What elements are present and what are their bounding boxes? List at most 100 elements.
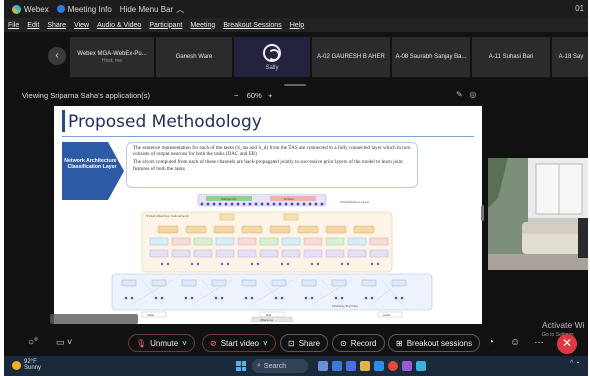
system-tray[interactable]: ^ ◔ [570, 360, 579, 367]
start-video-button[interactable]: ⊘ Start video ˅ [202, 334, 276, 352]
chevron-down-icon: ˅ [262, 338, 268, 348]
participant-tile[interactable]: A-18 Say [552, 37, 588, 77]
emoji-icon[interactable]: ☺ [510, 337, 520, 348]
svg-text:Audio: Audio [383, 313, 391, 317]
participant-video[interactable] [488, 158, 588, 270]
menu-participant[interactable]: Participant [149, 22, 182, 29]
meeting-info-button[interactable]: Meeting Info [56, 4, 112, 14]
menu-breakout-sessions[interactable]: Breakout Sessions [223, 22, 281, 29]
chrome-icon[interactable] [388, 361, 398, 371]
menu-meeting[interactable]: Meeting [190, 22, 215, 29]
menu-file[interactable]: File [8, 22, 19, 29]
record-label: Record [350, 338, 377, 348]
start-video-label: Start video [220, 338, 259, 348]
svg-text:Classification Layer: Classification Layer [340, 200, 370, 204]
windows-taskbar: 92°F Sunny ⌕ Search ^ ◔ [4, 356, 588, 376]
participant-tile[interactable]: A-02 GAURESH B AHER [312, 37, 390, 77]
participant-tile[interactable]: Ganesh Ware [156, 37, 232, 77]
bullet-item: The errors computed from each of these c… [133, 159, 403, 172]
windows-start-icon[interactable] [236, 361, 246, 371]
sun-icon [12, 360, 21, 370]
taskbar-app-icon[interactable] [332, 361, 342, 371]
chevron-left-icon[interactable]: ‹ [48, 47, 66, 65]
participant-tile[interactable]: A-08 Saurabh Sanjay Ba... [392, 37, 470, 77]
share-button[interactable]: ⊡ Share [280, 334, 329, 352]
edge-icon[interactable] [374, 361, 384, 371]
view-options: ✎ ◎ [456, 90, 476, 99]
obs-camera-icon [263, 43, 281, 62]
svg-text:Triplet Attention Subnetwork: Triplet Attention Subnetwork [145, 214, 189, 218]
hide-menu-bar-button[interactable]: Hide Menu Bar ︿ [120, 4, 184, 15]
search-icon: ⌕ [257, 362, 261, 369]
taskbar-app-icon[interactable] [318, 361, 328, 371]
participant-strip: ‹ Webex MGA-WebEx-Pu... Host, me Ganesh … [4, 32, 588, 82]
annotate-icon[interactable]: ✎ [456, 90, 463, 99]
app-name: Webex [24, 4, 49, 14]
menu-edit[interactable]: Edit [27, 22, 39, 29]
title-accent [62, 110, 65, 132]
bullet-box: The sentence representation for each of … [126, 142, 418, 188]
participant-name: Ganesh Ware [175, 54, 213, 60]
breakout-sessions-button[interactable]: ⊞ Breakout sessions [388, 334, 481, 352]
meeting-info-label: Meeting Info [67, 4, 112, 14]
chat-icon[interactable]: ▭ ˅ [56, 337, 72, 348]
svg-text:Modality Encoder: Modality Encoder [332, 304, 359, 308]
menu-share[interactable]: Share [47, 22, 66, 29]
viewing-label: Viewing Sriparna Saha's application(s) [22, 91, 151, 100]
architecture-diagram: Dialogue Act Emotion Classification Laye… [111, 194, 433, 322]
participant-tile[interactable]: A-11 Suhasi Bari [472, 37, 550, 77]
activation-watermark: Activate Wi [542, 320, 585, 330]
zoom-in-button[interactable]: + [268, 91, 272, 100]
file-explorer-icon[interactable] [360, 361, 370, 371]
svg-text:Dialogue Act: Dialogue Act [221, 198, 236, 201]
hide-menu-label: Hide Menu Bar [119, 4, 174, 14]
search-label: Search [263, 362, 287, 370]
participant-role: Host, me [101, 57, 122, 64]
reactions-icon[interactable]: ◔ [488, 337, 494, 348]
svg-text:Emotion: Emotion [284, 198, 294, 201]
menu-help[interactable]: Help [290, 22, 304, 29]
menu-bar: File Edit Share View Audio & Video Parti… [4, 18, 588, 32]
menu-view[interactable]: View [74, 22, 89, 29]
weather-widget[interactable]: 92°F Sunny [12, 359, 41, 371]
video-frame [488, 158, 588, 270]
title-bar: Webex Meeting Info Hide Menu Bar ︿ 01 [4, 0, 588, 18]
slide-title: Proposed Methodology [68, 112, 262, 132]
slide-nav-toolbar[interactable] [50, 314, 138, 324]
svg-text:Video: Video [147, 313, 155, 317]
participant-tile[interactable]: Webex MGA-WebEx-Pu... Host, me [70, 37, 154, 77]
close-icon[interactable]: ✕ [557, 334, 577, 354]
svg-text:Text: Text [266, 313, 271, 317]
breakout-icon: ⊞ [396, 338, 403, 348]
camera-off-icon: ⊘ [210, 338, 217, 348]
participant-tile-self[interactable]: Sally [234, 37, 310, 77]
zoom-out-button[interactable]: − [234, 91, 238, 100]
participant-name: A-02 GAURESH B AHER [317, 54, 385, 60]
settings-icon[interactable]: ◎ [469, 90, 476, 99]
bullet-item: The sentence representation for each of … [133, 145, 411, 158]
webex-logo-icon [12, 4, 21, 14]
unmute-button[interactable]: 🎙︎ Unmute ˅ [128, 334, 195, 352]
meeting-controls: ○° ▭ ˅ 🎙︎ Unmute ˅ ⊘ Start video ˅ ⊡ Sha… [4, 334, 588, 354]
share-viewing-bar: Viewing Sriparna Saha's application(s) −… [4, 88, 588, 102]
chevron-up-icon: ︿ [176, 4, 185, 14]
layout-icon[interactable]: ○° [28, 337, 38, 348]
zoom-control: − 60% + [234, 91, 272, 100]
title-divider [62, 136, 474, 137]
weather-condition: Sunny [24, 365, 42, 371]
share-icon: ⊡ [288, 338, 295, 348]
taskbar-app-icon[interactable] [346, 361, 356, 371]
strip-drag-handle[interactable] [284, 84, 306, 86]
webex-taskbar-icon[interactable] [416, 361, 426, 371]
more-options-button[interactable]: … [534, 335, 544, 346]
panel-resize-handle[interactable] [481, 205, 484, 221]
menu-audio-video[interactable]: Audio & Video [97, 22, 141, 29]
participant-name: A-18 Say [558, 54, 584, 60]
mic-muted-icon: 🎙︎ [136, 338, 147, 348]
webex-window: Webex Meeting Info Hide Menu Bar ︿ 01 Fi… [2, 0, 588, 376]
chevron-down-icon: ˅ [182, 338, 187, 348]
taskbar-search[interactable]: ⌕ Search [252, 359, 308, 373]
section-label: Network Architecture : Classification La… [64, 158, 120, 170]
taskbar-app-icon[interactable] [402, 361, 412, 371]
record-button[interactable]: ⊙ Record [332, 334, 385, 352]
